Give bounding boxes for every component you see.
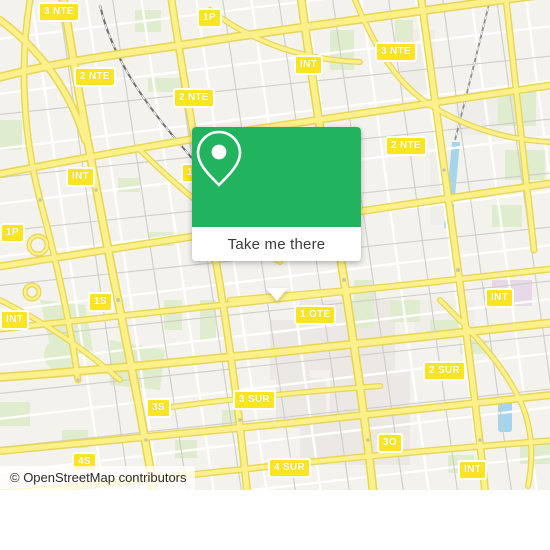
road-shield: 4 SUR — [268, 458, 311, 478]
road-shield: 3 SUR — [233, 390, 276, 410]
road-shield: 3O — [377, 433, 403, 453]
road-shield: 3 NTE — [38, 2, 80, 22]
road-shield: INT — [485, 288, 515, 308]
road-shield: 2 NTE — [74, 67, 116, 87]
road-shield: 2 NTE — [173, 88, 215, 108]
map-canvas[interactable]: 3 NTE1P3 NTEINT2 NTE2 NTE2 NTEINT1S1P1SI… — [0, 0, 550, 490]
map-attribution: © OpenStreetMap contributors — [0, 466, 195, 490]
road-shield: 2 NTE — [385, 136, 427, 156]
popup-image-area — [192, 127, 361, 227]
road-shield: 1P — [197, 8, 222, 28]
road-shield: 3S — [146, 398, 171, 418]
road-shield: INT — [294, 55, 324, 75]
footer-bar: Shkola>Aprender Otro Idioma es Fácil, Ci… — [0, 490, 550, 550]
road-shield: 3 NTE — [375, 42, 417, 62]
road-shield: INT — [66, 167, 96, 187]
road-shield: 1 OTE — [294, 305, 337, 325]
map-popup[interactable]: Take me there — [192, 127, 361, 301]
popup-pointer — [265, 288, 288, 301]
take-me-there-button[interactable]: Take me there — [192, 227, 361, 261]
road-shield: INT — [0, 310, 30, 330]
moovit-map-page: 3 NTE1P3 NTEINT2 NTE2 NTE2 NTEINT1S1P1SI… — [0, 0, 550, 550]
road-shield: 1S — [88, 292, 113, 312]
road-shield: 2 SUR — [423, 361, 466, 381]
road-shield: 1P — [0, 223, 25, 243]
popup-card[interactable]: Take me there — [192, 127, 361, 261]
road-shield: INT — [458, 460, 488, 480]
